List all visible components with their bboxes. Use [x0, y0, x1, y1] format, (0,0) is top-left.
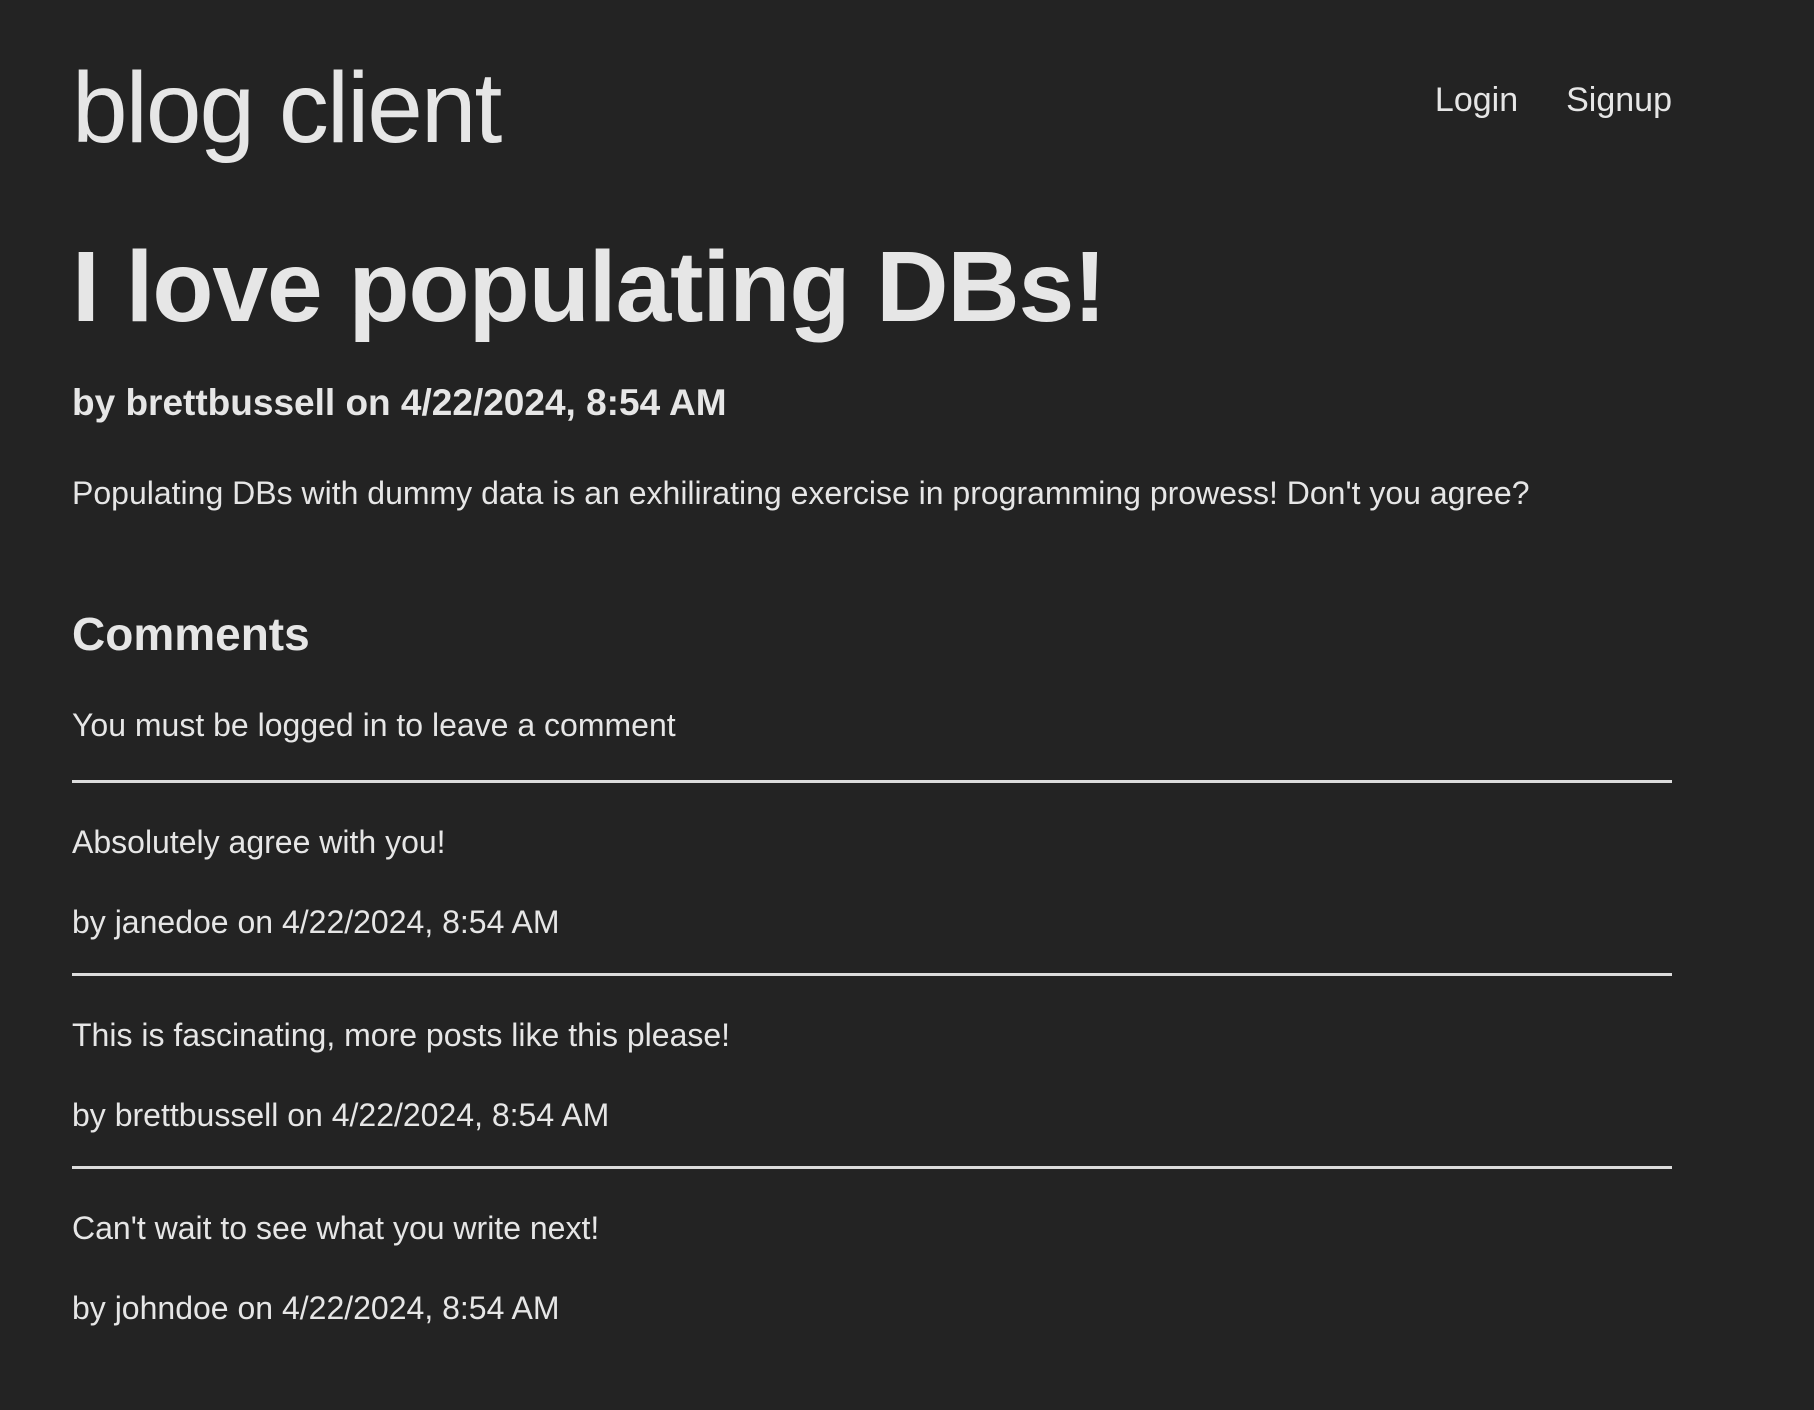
comments-list: Absolutely agree with you! by janedoe on… — [72, 780, 1672, 1359]
comment-text: This is fascinating, more posts like thi… — [72, 1017, 731, 1053]
login-link[interactable]: Login — [1435, 76, 1518, 124]
site-title[interactable]: blog client — [72, 48, 502, 168]
signup-link[interactable]: Signup — [1566, 76, 1672, 124]
comments-heading: Comments — [72, 608, 310, 660]
comment-meta: by brettbussell on 4/22/2024, 8:54 AM — [72, 1097, 610, 1133]
comment-item: This is fascinating, more posts like thi… — [72, 973, 1672, 1166]
login-required-notice: You must be logged in to leave a comment — [72, 707, 676, 743]
post-body: Populating DBs with dummy data is an exh… — [72, 475, 1530, 511]
comment-meta: by johndoe on 4/22/2024, 8:54 AM — [72, 1290, 560, 1326]
comment-item: Can't wait to see what you write next! b… — [72, 1166, 1672, 1359]
site-header: blog client Login Signup — [72, 48, 1672, 168]
top-nav: Login Signup — [1435, 76, 1672, 124]
comment-item: Absolutely agree with you! by janedoe on… — [72, 780, 1672, 973]
comment-text: Can't wait to see what you write next! — [72, 1210, 600, 1246]
comment-meta: by janedoe on 4/22/2024, 8:54 AM — [72, 904, 560, 940]
page: blog client Login Signup I love populati… — [0, 0, 1814, 1410]
post-title: I love populating DBs! — [72, 231, 1107, 343]
comment-text: Absolutely agree with you! — [72, 824, 446, 860]
post-meta: by brettbussell on 4/22/2024, 8:54 AM — [72, 382, 727, 423]
